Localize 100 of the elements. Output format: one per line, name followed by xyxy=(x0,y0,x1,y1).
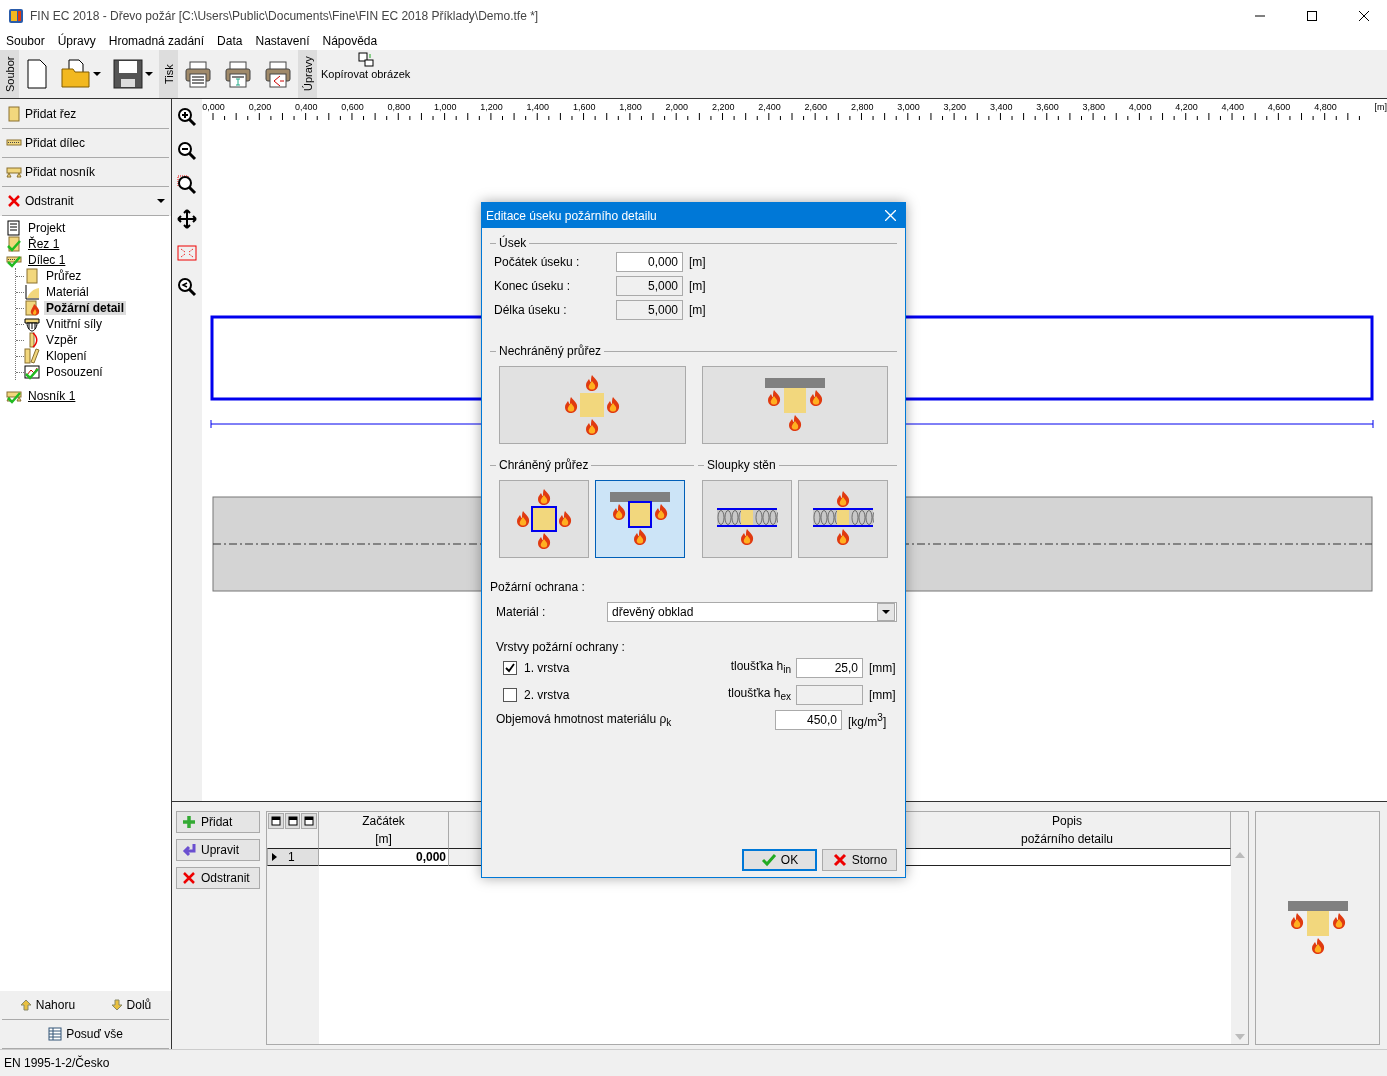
number-field[interactable]: 0,000 xyxy=(616,252,683,272)
copy-image-icon xyxy=(357,52,374,68)
zoom-previous-icon xyxy=(177,277,198,297)
node-icon xyxy=(24,284,40,300)
dialog-title: Editace úseku požárního detailu xyxy=(486,208,657,223)
tree-item[interactable]: Vnitřní síly xyxy=(24,316,104,332)
table-action-button[interactable]: Přidat xyxy=(176,811,260,833)
tree-item[interactable]: Posouzení xyxy=(24,364,105,380)
ruler-label: 3,000 xyxy=(897,102,921,112)
menu-item[interactable]: Soubor xyxy=(6,33,45,48)
toolbar-group-label: Tisk xyxy=(159,50,178,98)
ruler-label: 4,400 xyxy=(1221,102,1246,112)
tree-item[interactable]: Materiál xyxy=(24,284,91,300)
menu-item[interactable]: Data xyxy=(217,33,243,48)
ruler-label: 2,000 xyxy=(665,102,690,112)
table-tool-button[interactable] xyxy=(284,813,301,829)
window-icon xyxy=(270,816,281,826)
menu-item[interactable]: Hromadná zadání xyxy=(108,33,205,48)
caret-icon xyxy=(93,72,101,76)
plus-icon xyxy=(181,814,197,830)
tree-item[interactable]: Projekt xyxy=(6,220,171,236)
move-up-button[interactable]: Nahoru xyxy=(13,997,82,1013)
menu-item[interactable]: Nápověda xyxy=(322,33,378,48)
node-icon xyxy=(24,316,40,332)
group-title: Chráněný průřez xyxy=(499,458,589,472)
menu-item[interactable]: Úpravy xyxy=(57,33,96,48)
section-type-option[interactable] xyxy=(702,480,792,558)
row-pointer-icon xyxy=(272,853,278,861)
ruler-label: 1,400 xyxy=(526,102,551,112)
zoom-in-icon xyxy=(177,107,198,127)
group-title: Nechráněný průřez xyxy=(499,344,602,358)
node-icon xyxy=(24,268,40,284)
field-label: Objemová hmotnost materiálu ρ$_{k}$ xyxy=(496,711,673,729)
ruler-label: 0,000 xyxy=(202,102,226,112)
close-icon xyxy=(181,870,197,886)
section-type-option[interactable] xyxy=(798,480,888,558)
node-icon xyxy=(24,364,40,380)
number-field[interactable]: 450,0 xyxy=(775,710,842,730)
ruler-label: 3,600 xyxy=(1036,102,1060,112)
maximize-icon xyxy=(1307,10,1317,21)
printer-icon xyxy=(224,60,252,88)
down-arrow-icon xyxy=(110,999,123,1011)
section-type-option[interactable] xyxy=(701,366,888,444)
tree-item[interactable]: Vzpěr xyxy=(24,332,80,348)
check-icon xyxy=(760,852,777,868)
section-type-option[interactable] xyxy=(499,480,589,558)
layer-checkbox[interactable] xyxy=(503,660,517,675)
group-title: Úsek xyxy=(499,236,527,250)
caret-icon xyxy=(145,72,153,76)
field-label: Počátek úseku : xyxy=(494,255,581,269)
section-type-option[interactable] xyxy=(595,480,685,558)
scroll-down-icon xyxy=(1234,1034,1245,1040)
ruler-label: 0,800 xyxy=(387,102,412,112)
tree-item[interactable]: Průřez xyxy=(24,268,84,284)
ruler-label: 4,800 xyxy=(1314,102,1338,112)
checkmark-icon xyxy=(505,662,515,673)
column-header: Popis xyxy=(904,812,1231,830)
tree-item[interactable]: Řez 1 xyxy=(6,236,171,252)
table-action-button[interactable]: Odstranit xyxy=(176,867,260,889)
table-icon xyxy=(48,1027,63,1041)
printer-icon xyxy=(184,60,212,88)
table-cell: 0,000 xyxy=(319,848,449,866)
tree-item[interactable]: Klopení xyxy=(24,348,89,364)
copy-image-button[interactable]: Kopírovat obrázek xyxy=(317,50,415,98)
layer-checkbox[interactable] xyxy=(503,687,517,702)
section-icon xyxy=(6,106,22,122)
section-title: Požární ochrana : xyxy=(490,580,586,594)
view-tool-button[interactable] xyxy=(175,207,200,231)
row-header[interactable]: 1 xyxy=(267,848,319,866)
material-dropdown[interactable]: dřevěný obklad xyxy=(607,602,897,622)
ruler-label: 2,800 xyxy=(850,102,875,112)
window-title: FIN EC 2018 - Dřevo požár [C:\Users\Public\Documents\Fine\FIN EC 2018 Příklady\Demo.tfe *] xyxy=(30,8,540,23)
node-icon xyxy=(6,220,22,236)
move-down-button[interactable]: Dolů xyxy=(104,997,158,1013)
table-tool-button[interactable] xyxy=(268,813,284,829)
number-field[interactable]: 25,0 xyxy=(796,657,863,678)
toolbar-group-label: Úpravy xyxy=(298,50,317,98)
column-header: Začátek xyxy=(319,812,449,830)
window-icon xyxy=(304,816,315,826)
node-icon xyxy=(24,348,40,364)
checkbox-label: 2. vrstva xyxy=(524,687,571,702)
ruler-label: 3,400 xyxy=(989,102,1014,112)
unit-label: [m] xyxy=(689,255,706,269)
dialog-button[interactable]: OK xyxy=(742,849,817,871)
toolbar-group-label: Soubor xyxy=(0,50,19,98)
tree-item[interactable]: Nosník 1 xyxy=(6,388,171,404)
menu-item[interactable]: Nastavení xyxy=(255,33,310,48)
check-all-button[interactable]: Posuď vše xyxy=(42,1026,129,1042)
ruler-label: 1,800 xyxy=(619,102,643,112)
column-header: požárního detailu xyxy=(904,830,1231,848)
field-label: Materiál : xyxy=(496,605,547,619)
ruler-unit: [m] xyxy=(1374,102,1387,112)
close-icon xyxy=(831,852,848,868)
tree-item[interactable]: Dílec 1 xyxy=(6,252,171,268)
dialog-button[interactable]: Storno xyxy=(822,849,897,871)
table-tool-button[interactable] xyxy=(301,813,317,829)
unit-label: [m] xyxy=(689,279,706,293)
caret-icon xyxy=(157,199,165,203)
table-action-button[interactable]: Upravit xyxy=(176,839,260,861)
checkbox-label: 1. vrstva xyxy=(524,660,571,675)
